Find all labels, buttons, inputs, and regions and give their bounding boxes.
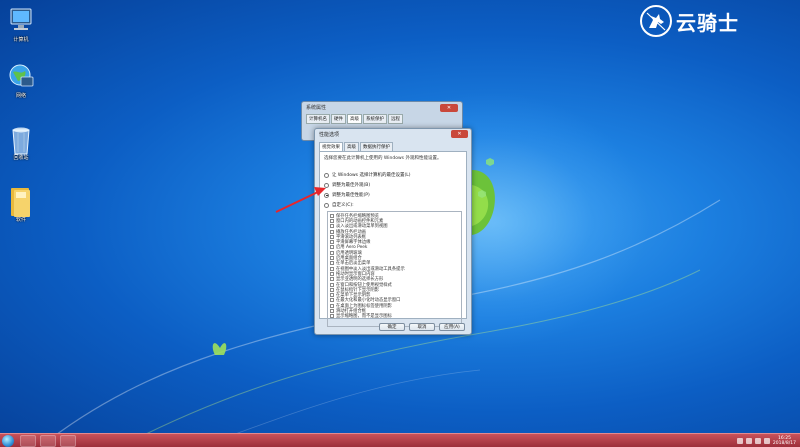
clock-date: 2018/8/17 bbox=[772, 441, 796, 446]
taskbar: 16:25 2018/8/17 bbox=[0, 433, 800, 447]
start-button[interactable] bbox=[2, 435, 14, 447]
help-icon[interactable] bbox=[745, 438, 752, 444]
volume-icon[interactable] bbox=[763, 438, 770, 444]
annotation-arrow-icon bbox=[275, 187, 326, 213]
language-icon[interactable] bbox=[736, 438, 743, 444]
clock[interactable]: 16:25 2018/8/17 bbox=[773, 436, 796, 446]
network-tray-icon[interactable] bbox=[754, 438, 761, 444]
system-tray: 16:25 2018/8/17 bbox=[736, 435, 796, 447]
taskbar-explorer-icon[interactable] bbox=[40, 435, 56, 447]
taskbar-ie-icon[interactable] bbox=[20, 435, 36, 447]
taskbar-system-properties-icon[interactable] bbox=[60, 435, 76, 447]
